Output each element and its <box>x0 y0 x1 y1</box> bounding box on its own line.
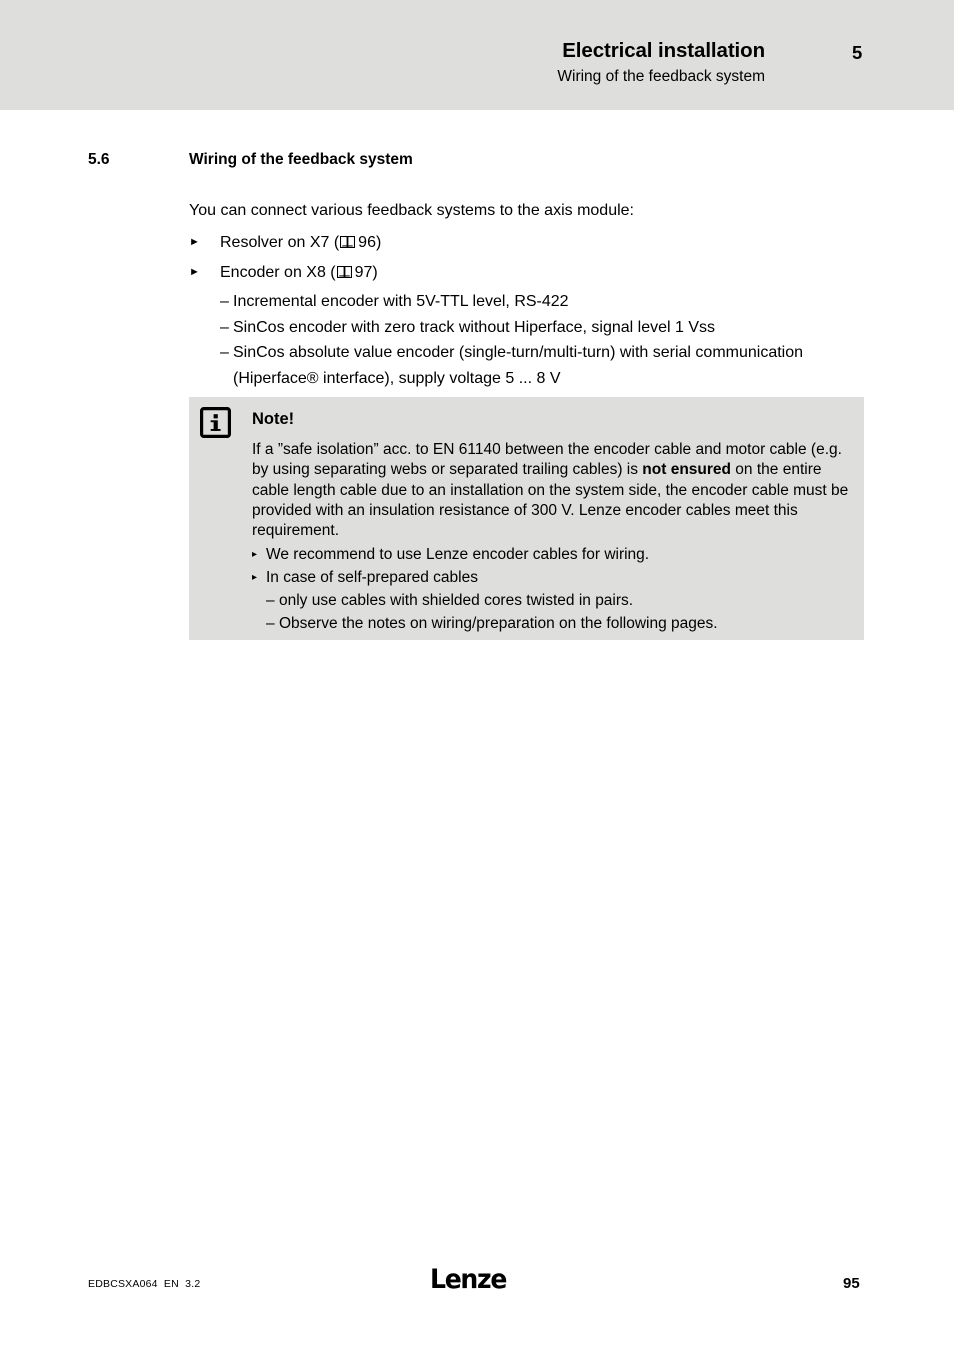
triangle-bullet-icon: ► <box>189 265 200 278</box>
header-chapter-number: 5 <box>852 42 863 63</box>
page-reference-number: 97 <box>354 263 373 281</box>
note-list-item: ▸ We recommend to use Lenze encoder cabl… <box>252 543 852 566</box>
feedback-systems-list: ► Resolver on X7 ( 96) ► Encoder on X8 ( 9… <box>189 230 889 391</box>
footer-page-number: 95 <box>843 1275 860 1292</box>
note-list-item: ▸ In case of self-prepared cables <box>252 566 852 589</box>
note-sub-list-item-label: Observe the notes on wiring/preparation … <box>279 615 718 632</box>
sub-list-item-label: SinCos absolute value encoder (single-tu… <box>233 344 804 387</box>
note-body-text: If a ”safe isolation” acc. to EN 61140 b… <box>252 440 852 541</box>
note-body-emphasis: not ensured <box>642 461 731 479</box>
note-list-item-group: ▸ We recommend to use Lenze encoder cabl… <box>252 543 852 566</box>
lenze-logo: Lenze <box>430 1264 507 1295</box>
note-sub-list-item: – only use cables with shielded cores tw… <box>266 589 852 612</box>
header-title: Electrical installation <box>562 39 765 62</box>
note-sub-list-item-label: only use cables with shielded cores twis… <box>279 592 634 609</box>
dash-bullet-icon: – <box>220 293 229 310</box>
sub-list: – Incremental encoder with 5V-TTL level,… <box>189 289 889 391</box>
sub-list-item-label: Incremental encoder with 5V-TTL level, R… <box>233 293 569 310</box>
note-sub-list-item: – Observe the notes on wiring/preparatio… <box>266 612 852 635</box>
dash-bullet-icon: – <box>266 615 275 632</box>
page-header-band: Electrical installation Wiring of the fe… <box>0 0 954 110</box>
list-item-text-after: ) <box>375 234 382 251</box>
list-item-label: Encoder on X8 ( 97) <box>220 260 889 286</box>
list-item-group: ► Encoder on X8 ( 97) – Incremental encod… <box>189 260 889 392</box>
dash-bullet-icon: – <box>220 318 229 336</box>
sub-list-item: – Incremental encoder with 5V-TTL level,… <box>220 289 889 315</box>
triangle-bullet-icon: ► <box>189 236 200 248</box>
section-title: Wiring of the feedback system <box>189 151 413 168</box>
info-icon <box>200 407 231 438</box>
triangle-bullet-icon: ▸ <box>252 549 258 560</box>
book-icon <box>336 265 352 278</box>
header-subtitle: Wiring of the feedback system <box>557 68 765 85</box>
triangle-bullet-icon: ▸ <box>252 572 258 583</box>
sub-list-item: – SinCos encoder with zero track without… <box>220 315 889 341</box>
book-icon <box>340 236 356 248</box>
footer-document-id: EDBCSXA064 EN 3.2 <box>88 1278 201 1290</box>
note-bullet-list: ▸ We recommend to use Lenze encoder cabl… <box>252 543 852 635</box>
list-item: ► Encoder on X8 ( 97) <box>189 260 889 286</box>
list-item: ► Resolver on X7 ( 96) <box>189 230 889 256</box>
sub-list-item-label: SinCos encoder with zero track without H… <box>233 318 715 336</box>
sub-list-item: – SinCos absolute value encoder (single-… <box>220 340 889 391</box>
page-reference-number: 96 <box>358 234 376 251</box>
dash-bullet-icon: – <box>220 344 229 361</box>
list-item-text-before: Resolver on X7 ( <box>220 234 340 251</box>
list-item-text-before: Encoder on X8 ( <box>220 263 336 281</box>
note-callout-box: Note! If a ”safe isolation” acc. to EN 6… <box>189 397 864 640</box>
note-sub-list: – only use cables with shielded cores tw… <box>252 589 852 635</box>
note-list-item-group: ▸ In case of self-prepared cables – only… <box>252 566 852 635</box>
note-title: Note! <box>252 410 295 428</box>
list-item-group: ► Resolver on X7 ( 96) <box>189 230 889 256</box>
intro-paragraph: You can connect various feedback systems… <box>189 202 634 219</box>
list-item-label: Resolver on X7 ( 96) <box>220 230 889 256</box>
dash-bullet-icon: – <box>266 592 275 609</box>
list-item-text-after: ) <box>372 263 378 281</box>
note-list-item-label: We recommend to use Lenze encoder cables… <box>266 546 650 563</box>
note-list-item-label: In case of self-prepared cables <box>266 569 478 586</box>
section-number: 5.6 <box>88 151 110 168</box>
